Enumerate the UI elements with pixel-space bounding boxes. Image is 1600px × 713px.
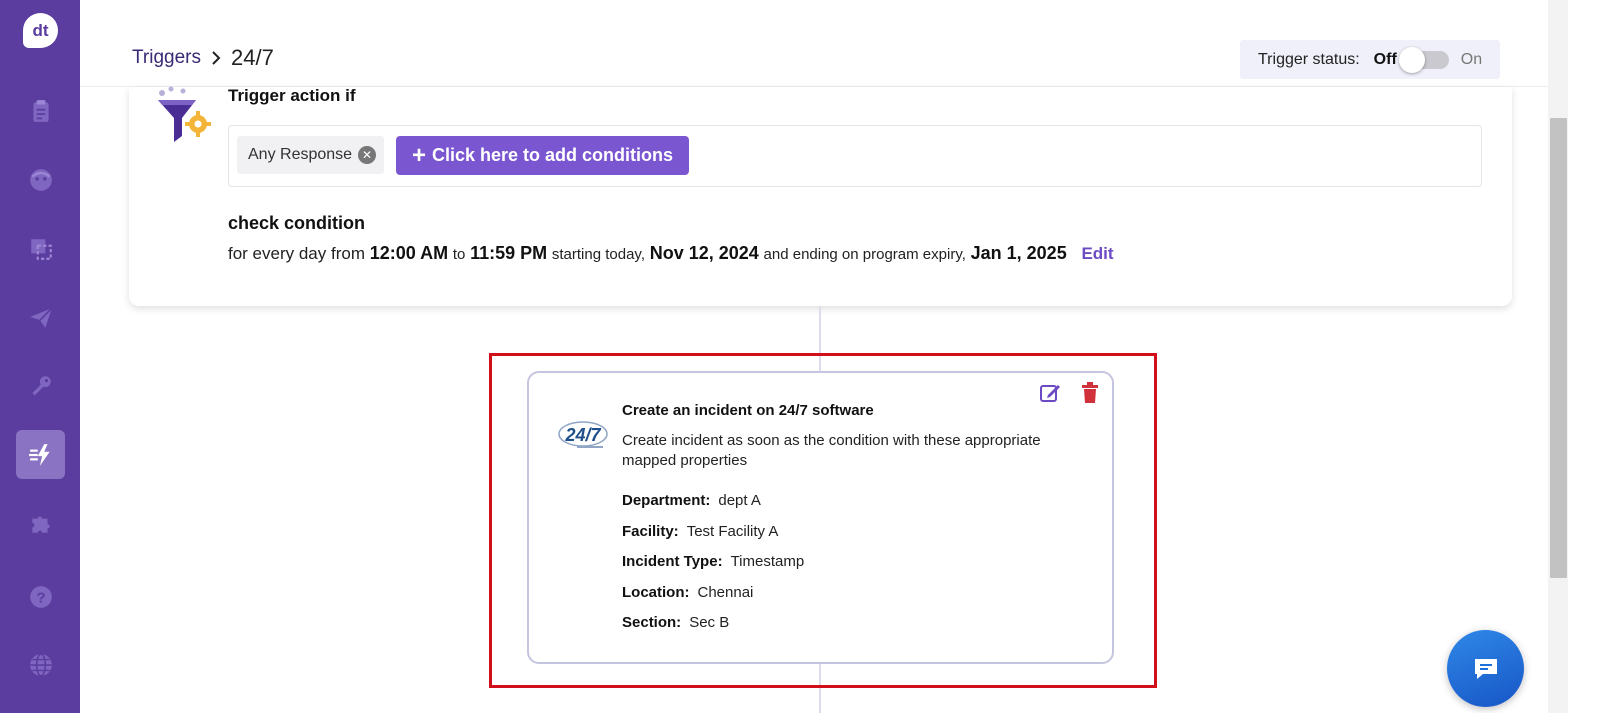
trigger-status-toggle[interactable] bbox=[1398, 46, 1449, 73]
schedule-ending: and ending on program expiry, bbox=[763, 246, 966, 263]
puzzle-icon bbox=[31, 516, 50, 533]
schedule-start-date: Nov 12, 2024 bbox=[649, 243, 759, 263]
clipboard-icon bbox=[32, 99, 49, 122]
status-off-label: Off bbox=[1373, 50, 1397, 68]
paper-plane-icon bbox=[29, 307, 52, 328]
software-247-logo-text: 24/7 bbox=[564, 425, 601, 445]
chevron-right-icon bbox=[212, 51, 221, 65]
software-247-logo: 24/7 bbox=[558, 421, 608, 448]
condition-chip-label: Any Response bbox=[248, 146, 353, 163]
schedule-to: to bbox=[452, 246, 466, 263]
property-row: Department: dept A bbox=[622, 492, 761, 509]
property-row: Section: Sec B bbox=[622, 614, 729, 631]
sidebar-item-distribute[interactable] bbox=[16, 293, 65, 342]
property-value: dept A bbox=[718, 492, 761, 509]
property-label: Incident Type: bbox=[622, 553, 723, 570]
key-icon bbox=[31, 375, 51, 395]
property-label: Location: bbox=[622, 584, 690, 601]
app-logo[interactable]: dt bbox=[23, 13, 58, 48]
sidebar-item-screens[interactable] bbox=[16, 224, 65, 273]
property-label: Section: bbox=[622, 614, 682, 631]
schedule-prefix: for every day from bbox=[228, 244, 365, 263]
property-row: Location: Chennai bbox=[622, 584, 753, 601]
schedule-end-time: 11:59 PM bbox=[470, 243, 548, 263]
add-conditions-button[interactable]: + Click here to add conditions bbox=[396, 136, 689, 175]
sidebar-item-help[interactable]: ? bbox=[16, 572, 65, 621]
sidebar: dt ? bbox=[0, 0, 80, 713]
breadcrumb: Triggers 24/7 bbox=[132, 45, 274, 71]
property-value: Sec B bbox=[689, 614, 730, 631]
schedule-end-date: Jan 1, 2025 bbox=[970, 243, 1067, 263]
help-icon: ? bbox=[29, 585, 52, 608]
property-label: Facility: bbox=[622, 523, 679, 540]
schedule-starting: starting today, bbox=[551, 246, 645, 263]
screens-icon bbox=[30, 238, 52, 260]
lightning-icon bbox=[28, 443, 50, 466]
chat-icon bbox=[1474, 658, 1497, 679]
scrollbar-thumb[interactable] bbox=[1550, 118, 1567, 578]
property-value: Timestamp bbox=[730, 553, 805, 570]
schedule-text: for every day from 12:00 AM to 11:59 PM … bbox=[228, 243, 1114, 264]
schedule-start-time: 12:00 AM bbox=[369, 243, 449, 263]
smiley-icon bbox=[29, 168, 52, 191]
trigger-action-title: Trigger action if bbox=[228, 86, 356, 105]
chat-button[interactable] bbox=[1447, 630, 1524, 707]
property-value: Chennai bbox=[697, 584, 754, 601]
edit-icon[interactable] bbox=[1039, 382, 1061, 404]
trigger-status: Trigger status: Off On bbox=[1240, 40, 1500, 79]
sidebar-item-language[interactable] bbox=[16, 640, 65, 689]
sidebar-item-triggers[interactable] bbox=[16, 430, 65, 479]
plus-icon: + bbox=[411, 141, 426, 169]
toggle-knob[interactable] bbox=[1398, 46, 1425, 73]
action-description: Create incident as soon as the condition… bbox=[622, 432, 1041, 469]
add-conditions-label: Click here to add conditions bbox=[431, 145, 674, 165]
property-value: Test Facility A bbox=[686, 523, 779, 540]
edit-schedule-link[interactable]: Edit bbox=[1081, 244, 1113, 263]
trash-icon[interactable] bbox=[1081, 382, 1099, 404]
funnel-gear-icon bbox=[158, 86, 211, 142]
action-title: Create an incident on 24/7 software bbox=[622, 402, 874, 419]
sidebar-item-access[interactable] bbox=[16, 361, 65, 410]
property-label: Department: bbox=[622, 492, 711, 509]
globe-icon bbox=[29, 652, 52, 677]
sidebar-item-experience[interactable] bbox=[16, 155, 65, 204]
trigger-status-label: Trigger status: bbox=[1258, 50, 1360, 68]
property-row: Incident Type: Timestamp bbox=[622, 553, 804, 570]
sidebar-item-integrations[interactable] bbox=[16, 498, 65, 547]
breadcrumb-current: 24/7 bbox=[230, 45, 274, 70]
trigger-condition-card bbox=[129, 87, 1512, 306]
condition-chip: Any Response ✕ bbox=[237, 136, 384, 174]
check-condition-title: check condition bbox=[228, 213, 366, 233]
svg-text:?: ? bbox=[36, 589, 45, 606]
close-icon[interactable]: ✕ bbox=[358, 146, 377, 164]
breadcrumb-triggers-link[interactable]: Triggers bbox=[132, 47, 201, 69]
status-on-label: On bbox=[1460, 50, 1483, 68]
sidebar-item-surveys[interactable] bbox=[16, 86, 65, 135]
property-row: Facility: Test Facility A bbox=[622, 523, 778, 540]
